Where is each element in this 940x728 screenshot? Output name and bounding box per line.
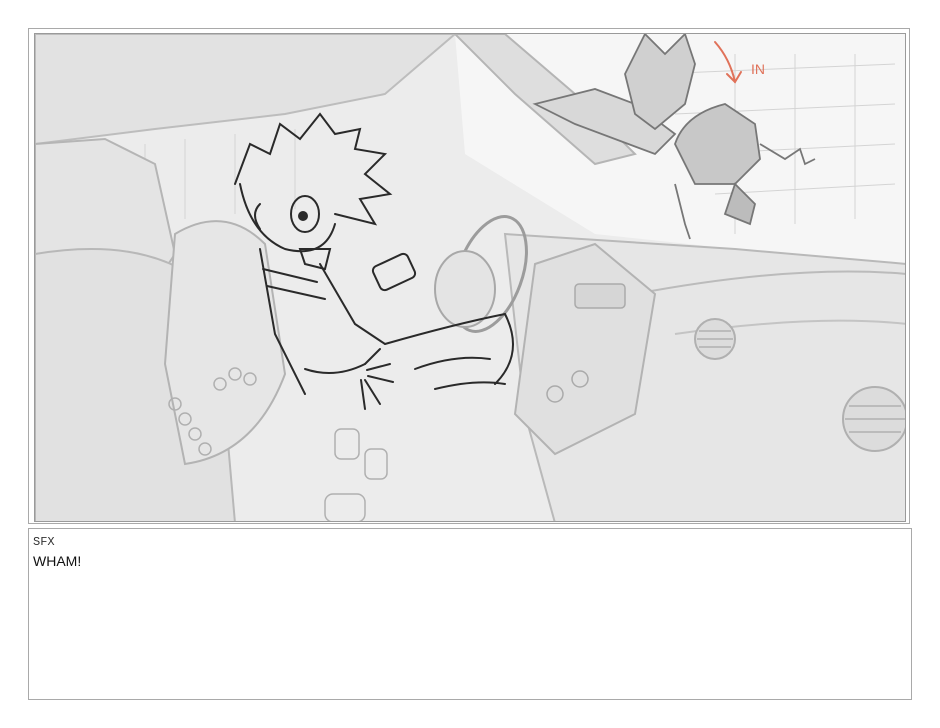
caption-text: WHAM! xyxy=(33,553,82,569)
storyboard-sketch: IN xyxy=(35,34,905,521)
caption-label: SFX xyxy=(33,535,55,549)
caption-box: SFX WHAM! xyxy=(28,528,912,700)
annotation-in: IN xyxy=(751,61,765,77)
storyboard-panel-image: IN xyxy=(34,33,906,522)
